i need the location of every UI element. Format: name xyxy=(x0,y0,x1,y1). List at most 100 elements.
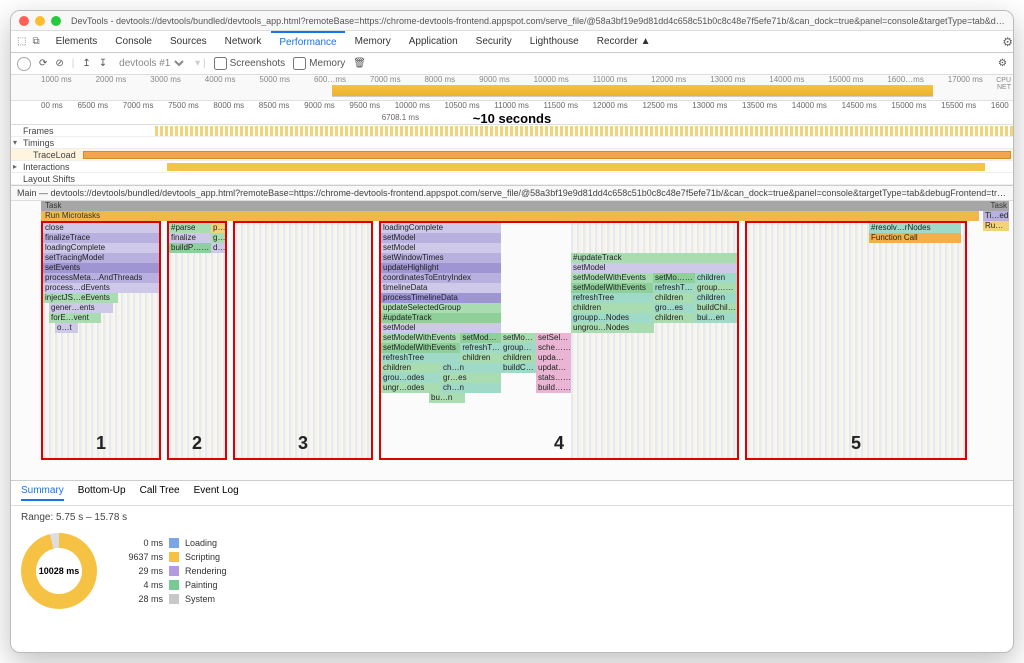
tab-elements[interactable]: Elements xyxy=(48,32,106,51)
flame-frame[interactable]: children xyxy=(653,313,695,323)
flame-frame[interactable]: setMod…vents xyxy=(460,333,501,343)
session-select[interactable]: devtools #1 xyxy=(115,57,187,70)
flame-frame[interactable]: forE…vent xyxy=(49,313,101,323)
flame-chart[interactable]: Task Task Run Microtasks Ti…ed Ru…ks clo… xyxy=(11,201,1013,481)
tab-sources[interactable]: Sources xyxy=(162,32,215,51)
flame-frame[interactable]: updateHighlight xyxy=(381,263,501,273)
flame-frame[interactable]: refreshTree xyxy=(381,353,460,363)
reload-button[interactable]: ⟳ xyxy=(39,58,47,69)
maximize-icon[interactable] xyxy=(51,16,61,26)
flame-frame[interactable]: ch…n xyxy=(441,383,501,393)
flame-frame[interactable]: coordinatesToEntryIndex xyxy=(381,273,501,283)
tab-lighthouse[interactable]: Lighthouse xyxy=(522,32,587,51)
flame-frame[interactable]: injectJS…eEvents xyxy=(43,293,118,303)
flame-frame[interactable]: children xyxy=(381,363,441,373)
flame-frame[interactable]: stats…ange xyxy=(536,373,571,383)
track-interactions[interactable]: Interactions xyxy=(11,161,1013,173)
flame-frame[interactable]: setModel xyxy=(381,243,501,253)
flame-frame[interactable]: setModelWithEvents xyxy=(381,333,460,343)
flame-frame[interactable]: d… xyxy=(211,243,225,253)
flame-frame[interactable]: updateSelectedGroup xyxy=(381,303,501,313)
inspect-icon[interactable]: ⬚ xyxy=(17,36,26,47)
flame-frame[interactable]: g… xyxy=(211,233,225,243)
flame-frame[interactable]: children xyxy=(695,293,737,303)
minimize-icon[interactable] xyxy=(35,16,45,26)
flame-microtasks-bar[interactable] xyxy=(41,211,979,221)
flame-frame[interactable]: Ti…ed xyxy=(983,211,1009,221)
flame-frame[interactable]: setModelWithEvents xyxy=(571,283,653,293)
trash-icon[interactable]: 🗑 xyxy=(353,58,366,69)
flame-frame[interactable]: gr…es xyxy=(441,373,501,383)
overview-strip[interactable]: 1000 ms2000 ms3000 ms 4000 ms5000 ms600…… xyxy=(11,75,1013,101)
download-icon[interactable]: ↧ xyxy=(99,58,107,69)
clear-button[interactable]: ⊘ xyxy=(55,58,63,69)
timing-traceload[interactable]: TraceLoad xyxy=(11,149,1013,161)
track-frames[interactable]: Frames xyxy=(11,125,1013,137)
record-button[interactable] xyxy=(17,57,31,71)
flame-frame[interactable]: setModel xyxy=(571,263,737,273)
flame-frame[interactable]: sche…dow xyxy=(536,343,571,353)
memory-toggle[interactable]: Memory xyxy=(293,57,345,70)
flame-frame[interactable]: Ru…ks xyxy=(983,221,1009,231)
flame-frame[interactable]: refreshTree xyxy=(460,343,501,353)
flame-frame[interactable]: setModel xyxy=(381,233,501,243)
close-icon[interactable] xyxy=(19,16,29,26)
flame-frame[interactable]: setModelWithEvents xyxy=(571,273,653,283)
flame-frame[interactable]: p… xyxy=(211,223,225,233)
flame-frame[interactable]: bu…n xyxy=(429,393,465,403)
flame-frame[interactable]: setEvents xyxy=(43,263,159,273)
flame-frame[interactable]: loadingComplete xyxy=(381,223,501,233)
flame-frame[interactable]: children xyxy=(501,353,536,363)
flame-frame[interactable]: refreshTree xyxy=(653,283,695,293)
flame-frame[interactable]: children xyxy=(653,293,695,303)
flame-frame[interactable]: buildP…Calls xyxy=(169,243,211,253)
flame-frame[interactable]: o…t xyxy=(55,323,78,333)
flame-frame[interactable]: updat…tats xyxy=(536,363,571,373)
flame-frame[interactable]: finalizeTrace xyxy=(43,233,159,243)
flame-frame[interactable]: children xyxy=(571,303,653,313)
flame-frame[interactable]: grou…odes xyxy=(381,373,441,383)
flame-frame[interactable]: upda…dow xyxy=(536,353,571,363)
flame-frame[interactable]: refreshTree xyxy=(571,293,653,303)
upload-icon[interactable]: ↥ xyxy=(82,58,90,69)
track-layout-shifts[interactable]: Layout Shifts xyxy=(11,173,1013,185)
tab-memory[interactable]: Memory xyxy=(347,32,399,51)
flame-frame[interactable]: children xyxy=(460,353,501,363)
flame-frame[interactable]: timelineData xyxy=(381,283,501,293)
flame-frame[interactable]: #updateTrack xyxy=(571,253,737,263)
flame-frame[interactable]: setModel xyxy=(381,323,501,333)
flame-frame[interactable]: #parse xyxy=(169,223,211,233)
flame-frame[interactable]: buildChildren xyxy=(501,363,536,373)
flame-frame[interactable]: ch…n xyxy=(441,363,501,373)
flame-frame[interactable]: setModelWithEvents xyxy=(381,343,460,353)
tab-security[interactable]: Security xyxy=(468,32,520,51)
flame-frame[interactable]: gener…ents xyxy=(49,303,113,313)
flame-frame[interactable]: Function Call xyxy=(869,233,961,243)
screenshots-toggle[interactable]: Screenshots xyxy=(214,57,286,70)
tab-call-tree[interactable]: Call Tree xyxy=(140,485,180,501)
flame-frame[interactable]: build…eded xyxy=(536,383,571,393)
device-toggle-icon[interactable]: ⧉ xyxy=(32,36,39,47)
flame-frame[interactable]: group…Nodes xyxy=(501,343,536,353)
flame-frame[interactable]: setSelection xyxy=(536,333,571,343)
flame-frame[interactable]: finalize xyxy=(169,233,211,243)
time-ruler[interactable]: 00 ms6500 ms7000 ms 7500 ms8000 ms8500 m… xyxy=(11,101,1013,125)
flame-frame[interactable]: process…dEvents xyxy=(43,283,159,293)
flame-frame[interactable]: buildChildren xyxy=(695,303,737,313)
flame-frame[interactable]: setWindowTimes xyxy=(381,253,501,263)
settings-icon[interactable]: ⚙ xyxy=(1002,35,1013,49)
flame-frame[interactable]: ungrou…Nodes xyxy=(571,323,654,333)
flame-frame[interactable]: children xyxy=(695,273,737,283)
flame-frame[interactable]: processMeta…AndThreads xyxy=(43,273,159,283)
flame-frame[interactable]: setMod…vents xyxy=(501,333,536,343)
tab-recorder[interactable]: Recorder ▲ xyxy=(589,32,659,51)
flame-frame[interactable]: setMo…vents xyxy=(653,273,695,283)
panel-settings-icon[interactable]: ⚙ xyxy=(998,58,1007,69)
tab-console[interactable]: Console xyxy=(107,32,160,51)
main-thread-header[interactable]: Main — devtools://devtools/bundled/devto… xyxy=(11,185,1013,201)
flame-frame[interactable]: processTimelineData xyxy=(381,293,501,303)
flame-frame[interactable]: close xyxy=(43,223,159,233)
flame-task-bar[interactable] xyxy=(41,201,1009,211)
flame-frame[interactable]: #updateTrack xyxy=(381,313,501,323)
flame-frame[interactable]: bui…en xyxy=(695,313,737,323)
